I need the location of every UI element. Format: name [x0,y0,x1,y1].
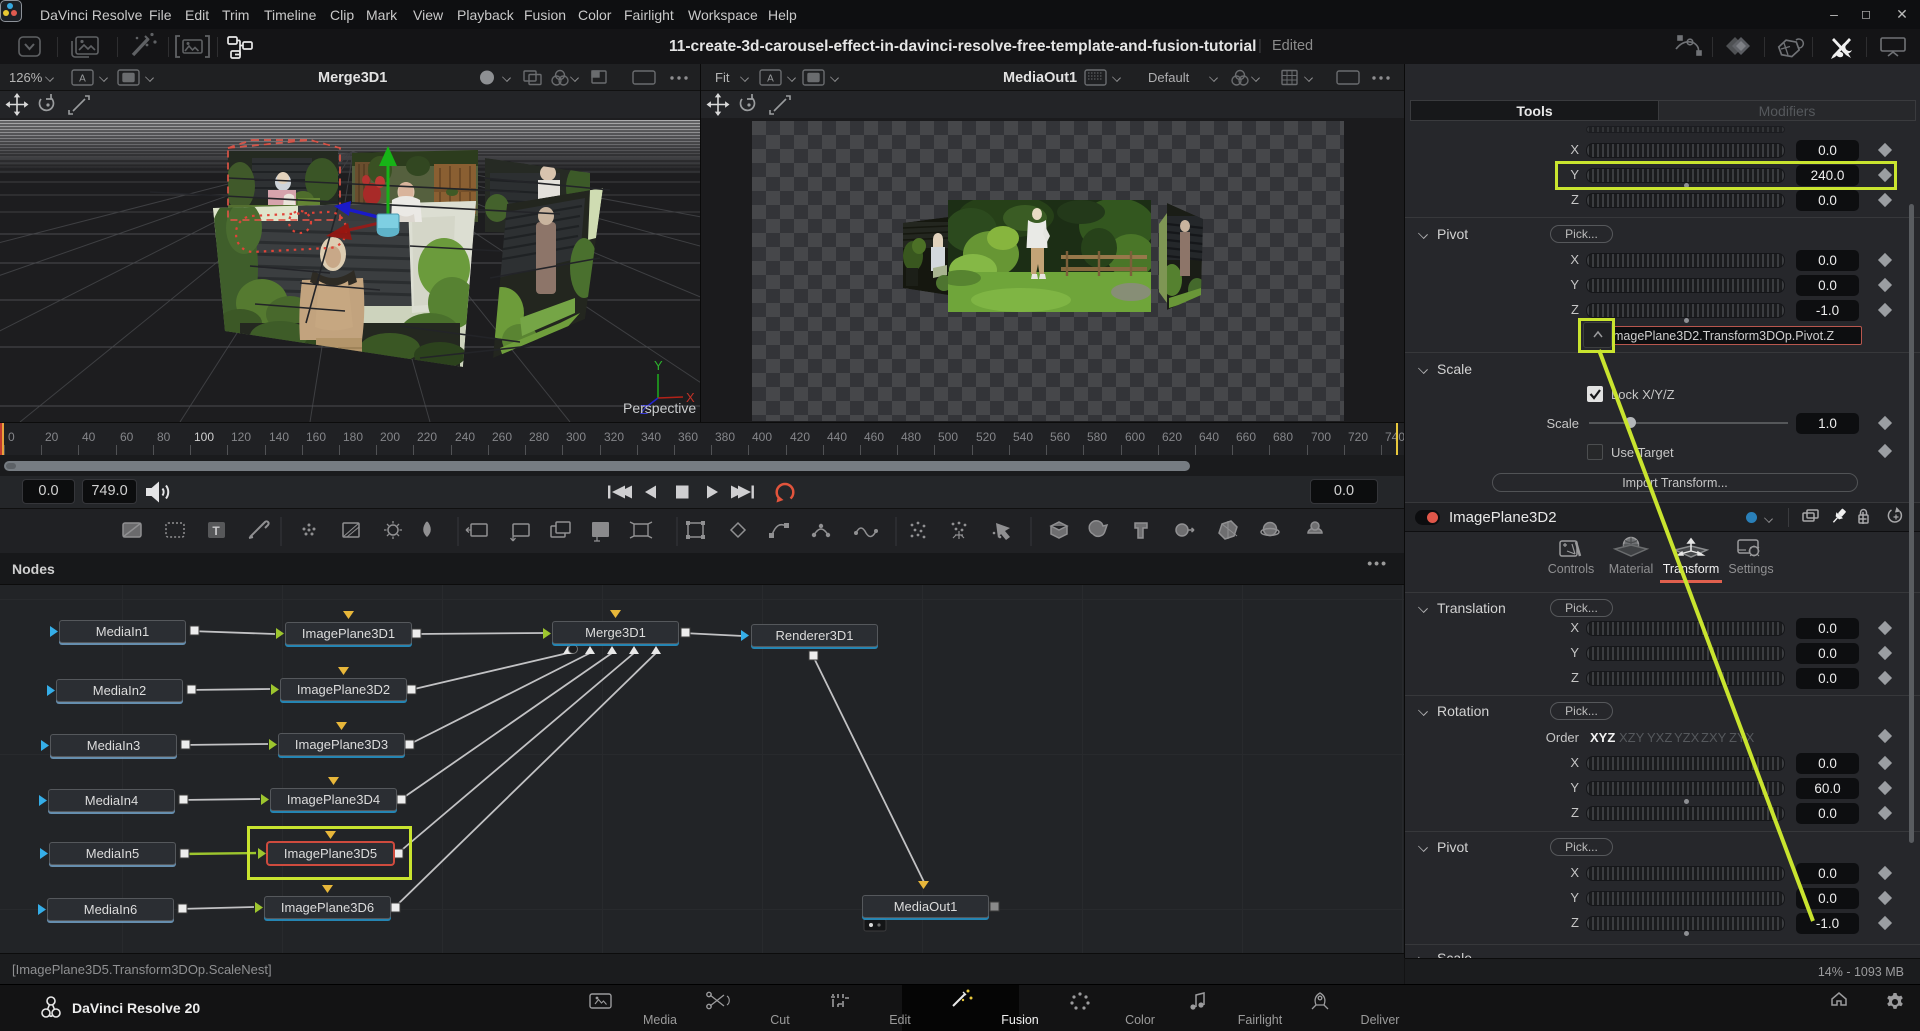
svg-text:Material: Material [1609,562,1653,576]
svg-text:Settings: Settings [1728,562,1773,576]
svg-text:T: T [212,524,220,538]
svg-text:Perspective: Perspective [623,400,696,416]
svg-text:Transform: Transform [1663,562,1720,576]
svg-text:A: A [79,74,86,85]
svg-text:Controls: Controls [1548,562,1595,576]
svg-text:A: A [767,74,774,85]
svg-text:Y: Y [654,358,663,373]
